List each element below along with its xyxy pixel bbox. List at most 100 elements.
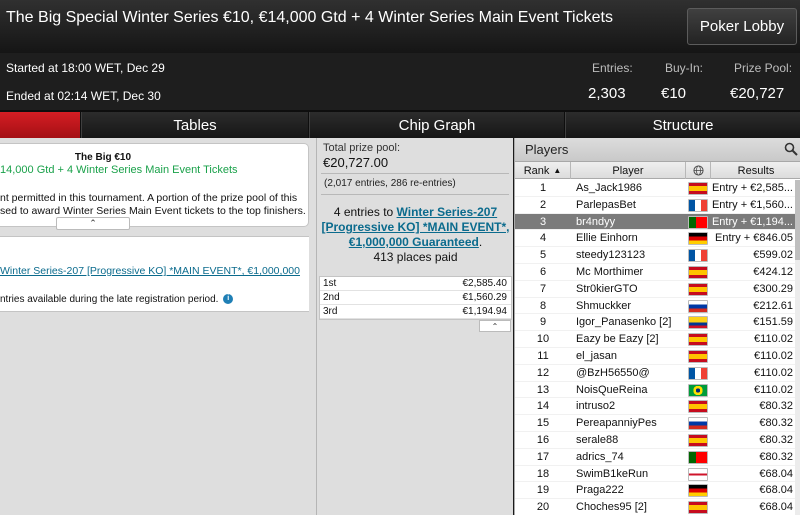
tab-tables[interactable]: Tables [81,112,308,138]
player-name: Praga222 [576,484,624,497]
player-name: Str0kierGTO [576,282,638,295]
search-player-button[interactable] [781,138,800,160]
late-registration-note: ntries available during the late registr… [0,294,234,305]
player-result: €110.02 [754,349,793,362]
satellite-info-card: Winter Series-207 [Progressive KO] *MAIN… [0,236,309,312]
player-row[interactable]: 3 br4ndyy Entry + €1,194... [515,213,799,231]
player-row[interactable]: 20 Choches95 [2] €68.04 [515,499,799,515]
entries-value: 2,303 [588,85,626,102]
payout-amount: €1,560.29 [462,292,508,303]
player-rank: 5 [539,249,547,262]
column-country[interactable] [686,162,711,179]
player-rank: 12 [536,366,550,379]
player-result: €424.12 [753,265,793,278]
player-name: SwimB1keRun [576,467,649,480]
player-row[interactable]: 17 adrics_74 €80.32 [515,449,799,466]
player-result: Entry + €1,194... [711,215,793,228]
country-flag-icon [688,215,708,229]
player-result: €68.04 [759,484,793,497]
collapse-summary-button[interactable]: ⌃ [56,217,130,230]
player-result: €80.32 [759,400,793,413]
player-result: €599.02 [753,249,793,262]
scrollbar-thumb[interactable] [795,180,800,260]
collapse-payouts-button[interactable]: ⌃ [479,320,511,332]
player-name: Ellie Einhorn [576,232,638,245]
prize-pool-heading: Total prize pool: [323,142,401,154]
player-row[interactable]: 19 Praga222 €68.04 [515,482,799,500]
payout-row: 2nd €1,560.29 [320,291,511,305]
entries-breakdown: (2,017 entries, 286 re-entries) [324,178,456,189]
player-row[interactable]: 7 Str0kierGTO €300.29 [515,281,799,298]
player-name: Choches95 [2] [576,501,647,514]
prize-pool-value: €20,727 [730,85,785,102]
player-row[interactable]: 10 Eazy be Eazy [2] €110.02 [515,331,799,348]
tournament-subtitle: 14,000 Gtd + 4 Winter Series Main Event … [0,164,238,176]
player-result: €110.02 [754,383,793,396]
country-flag-icon [688,182,708,195]
player-row[interactable]: 15 PereapanniyPes €80.32 [515,415,799,432]
prize-pool-amount: €20,727.00 [323,155,389,170]
player-row[interactable]: 8 Shmuckker €212.61 [515,298,799,315]
player-rank: 18 [536,467,550,480]
divider [321,194,509,195]
player-rank: 9 [539,316,547,329]
payout-table: 1st €2,585.40 2nd €1,560.29 3rd €1,194.9… [319,276,512,320]
tab-info[interactable] [0,112,80,138]
player-row[interactable]: 13 NoisQueReina €110.02 [515,382,799,399]
player-row[interactable]: 16 serale88 €80.32 [515,432,799,449]
info-icon[interactable]: i [223,294,234,305]
player-row[interactable]: 6 Mc Morthimer €424.12 [515,264,799,281]
player-result: €110.02 [754,333,793,346]
poker-lobby-button[interactable]: Poker Lobby [687,8,797,45]
places-paid: 413 places paid [373,250,458,264]
player-rank: 8 [539,299,547,312]
tab-bar: Tables Chip Graph Structure [0,110,800,138]
column-player[interactable]: Player [571,162,686,179]
tab-chip-graph[interactable]: Chip Graph [309,112,564,138]
player-row[interactable]: 1 As_Jack1986 Entry + €2,585... [515,180,799,197]
player-result: €151.59 [753,316,793,329]
country-flag-icon [688,249,708,263]
globe-icon [692,165,704,176]
player-name: As_Jack1986 [576,182,643,194]
player-name: br4ndyy [576,215,616,228]
country-flag-icon [688,282,708,296]
player-row[interactable]: 4 Ellie Einhorn Entry + €846.05 [515,230,799,248]
player-name: steedy123123 [576,249,646,262]
player-row[interactable]: 2 ParlepasBet Entry + €1,560... [515,197,799,214]
divider [321,173,509,174]
player-result: €80.32 [759,417,793,430]
player-rank: 3 [539,215,547,228]
country-flag-icon [688,501,708,515]
tournament-summary-card: The Big €10 14,000 Gtd + 4 Winter Series… [0,143,309,227]
main-event-link[interactable]: Winter Series-207 [Progressive KO] *MAIN… [0,265,300,277]
player-rank: 7 [539,282,547,295]
player-name: Igor_Panasenko [2] [576,316,672,329]
player-name: serale88 [576,433,619,446]
player-rank: 2 [539,198,547,211]
tab-structure[interactable]: Structure [565,112,800,138]
player-name: NoisQueReina [576,383,648,396]
late-registration-text: ntries available during the late registr… [0,294,219,305]
country-flag-icon [688,484,708,498]
players-scrollbar[interactable] [795,180,800,515]
player-row[interactable]: 12 @BzH56550@ €110.02 [515,365,799,382]
player-name: @BzH56550@ [576,366,650,379]
players-column-headers: Rank ▲ Player Results [515,162,800,179]
player-row[interactable]: 18 SwimB1keRun €68.04 [515,466,799,483]
payout-position: 2nd [323,292,340,303]
column-results[interactable]: Results [711,162,800,179]
player-result: €68.04 [759,467,793,480]
player-row[interactable]: 5 steedy123123 €599.02 [515,247,799,264]
player-result: Entry + €846.05 [715,232,793,245]
player-row[interactable]: 9 Igor_Panasenko [2] €151.59 [515,314,799,332]
entries-label: Entries: [592,61,633,75]
sort-up-icon: ▲ [553,166,562,175]
player-result: €300.29 [753,282,793,295]
player-row[interactable]: 11 el_jasan €110.02 [515,348,799,365]
country-flag-icon [688,433,708,447]
buyin-value: €10 [661,85,687,102]
column-rank[interactable]: Rank ▲ [515,162,571,179]
player-rank: 10 [536,333,550,346]
player-row[interactable]: 14 intruso2 €80.32 [515,398,799,416]
